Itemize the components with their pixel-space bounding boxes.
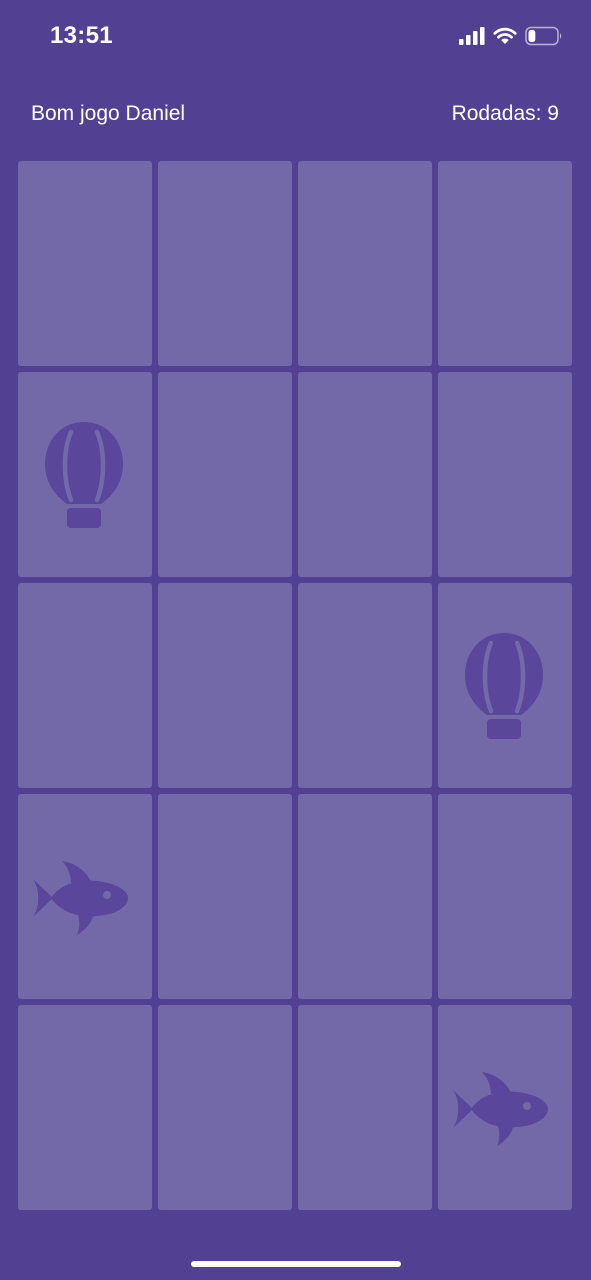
memory-card-r4-c4[interactable] xyxy=(438,794,572,999)
status-time: 13:51 xyxy=(50,22,113,49)
game-header: Bom jogo Daniel Rodadas: 9 xyxy=(0,96,591,136)
signal-icon xyxy=(459,27,485,50)
rounds-counter: Rodadas: 9 xyxy=(451,102,559,125)
greeting-text: Bom jogo Daniel xyxy=(31,102,186,125)
memory-card-r2-c1[interactable] xyxy=(18,372,152,577)
fish-icon xyxy=(453,1068,551,1148)
memory-card-r5-c3[interactable] xyxy=(298,1005,432,1210)
fish-icon xyxy=(33,857,131,937)
memory-board xyxy=(18,161,573,1210)
memory-card-r1-c3[interactable] xyxy=(298,161,432,366)
memory-card-r2-c4[interactable] xyxy=(438,372,572,577)
battery-icon xyxy=(525,26,563,51)
hot-air-balloon-icon xyxy=(463,631,547,741)
memory-card-r1-c2[interactable] xyxy=(158,161,292,366)
memory-card-r5-c1[interactable] xyxy=(18,1005,152,1210)
memory-card-r5-c4[interactable] xyxy=(438,1005,572,1210)
wifi-icon xyxy=(493,27,517,50)
memory-card-r3-c3[interactable] xyxy=(298,583,432,788)
memory-card-r3-c4[interactable] xyxy=(438,583,572,788)
memory-card-r5-c2[interactable] xyxy=(158,1005,292,1210)
memory-card-r4-c1[interactable] xyxy=(18,794,152,999)
memory-card-r4-c2[interactable] xyxy=(158,794,292,999)
memory-card-r3-c1[interactable] xyxy=(18,583,152,788)
status-bar: 13:51 xyxy=(0,0,591,76)
status-icons xyxy=(459,26,563,51)
memory-card-r2-c2[interactable] xyxy=(158,372,292,577)
memory-card-r1-c1[interactable] xyxy=(18,161,152,366)
memory-card-r4-c3[interactable] xyxy=(298,794,432,999)
home-indicator[interactable] xyxy=(191,1261,401,1267)
memory-card-r1-c4[interactable] xyxy=(438,161,572,366)
memory-card-r3-c2[interactable] xyxy=(158,583,292,788)
memory-card-r2-c3[interactable] xyxy=(298,372,432,577)
hot-air-balloon-icon xyxy=(43,420,127,530)
